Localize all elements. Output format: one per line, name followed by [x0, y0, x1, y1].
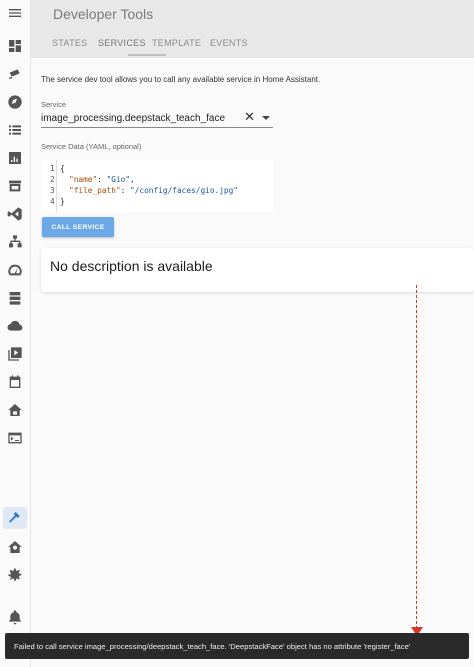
menu-icon[interactable] [6, 4, 24, 22]
call-service-button[interactable]: CALL SERVICE [42, 217, 114, 237]
cctv-icon[interactable] [6, 65, 24, 83]
intro-text: The service dev tool allows you to call … [41, 75, 321, 84]
settings-icon[interactable] [6, 566, 24, 584]
line-number: 2 [50, 175, 55, 184]
line-number: 3 [50, 186, 55, 195]
compass-icon[interactable] [6, 93, 24, 111]
tab-states[interactable]: STATES [52, 38, 87, 48]
chevron-down-icon[interactable] [262, 116, 270, 120]
active-tab-indicator [128, 54, 166, 56]
media-icon[interactable] [6, 345, 24, 363]
description-text: No description is available [50, 258, 213, 274]
cloud-icon[interactable] [6, 317, 24, 335]
page-title: Developer Tools [53, 6, 154, 22]
code-line: "name": "Gio", [69, 175, 135, 184]
tab-template[interactable]: TEMPLATE [152, 38, 201, 48]
clear-icon[interactable]: ✕ [244, 110, 255, 124]
error-toast: Failed to call service image_processing/… [5, 633, 469, 659]
hacs-icon[interactable] [6, 177, 24, 195]
yaml-comma: , [130, 175, 135, 184]
service-input[interactable]: image_processing.deepstack_teach_face [41, 113, 225, 124]
sitemap-icon[interactable] [6, 233, 24, 251]
line-number: 4 [50, 197, 55, 206]
service-label: Service [41, 100, 67, 109]
code-line: "file_path": "/config/faces/gio.jpg" [69, 186, 238, 195]
yaml-key: "file_path" [69, 186, 121, 195]
vscode-icon[interactable] [6, 205, 24, 223]
home-gear-icon[interactable] [6, 538, 24, 556]
line-number: 1 [50, 164, 55, 173]
yaml-value: "/config/faces/gio.jpg" [130, 186, 238, 195]
yaml-separator: : [120, 186, 131, 195]
server-icon[interactable] [6, 289, 24, 307]
yaml-editor[interactable]: 1 2 3 4 { "name": "Gio", "file_path": "/… [41, 160, 273, 212]
tab-events[interactable]: EVENTS [210, 38, 248, 48]
code-line: { [60, 164, 65, 173]
chart-icon[interactable] [6, 149, 24, 167]
yaml-separator: : [97, 175, 107, 184]
description-card: No description is available [41, 248, 474, 292]
tab-services[interactable]: SERVICES [98, 38, 146, 48]
annotation-arrow-line [416, 285, 417, 629]
dashboard-icon[interactable] [6, 37, 24, 55]
yaml-value: "Gio" [106, 175, 131, 184]
gauge-icon[interactable] [6, 261, 24, 279]
service-input-underline [41, 127, 273, 128]
code-line: } [60, 197, 65, 206]
home-icon[interactable] [6, 401, 24, 419]
hammer-icon[interactable] [6, 509, 24, 527]
list-icon[interactable] [6, 121, 24, 139]
sidebar [0, 0, 31, 667]
yaml-key: "name" [69, 175, 98, 184]
calendar-icon[interactable] [6, 373, 24, 391]
bell-icon[interactable] [6, 608, 24, 626]
terminal-icon[interactable] [6, 429, 24, 447]
service-data-label: Service Data (YAML, optional) [41, 142, 142, 151]
app-header: Developer Tools STATES SERVICES TEMPLATE… [31, 0, 474, 58]
